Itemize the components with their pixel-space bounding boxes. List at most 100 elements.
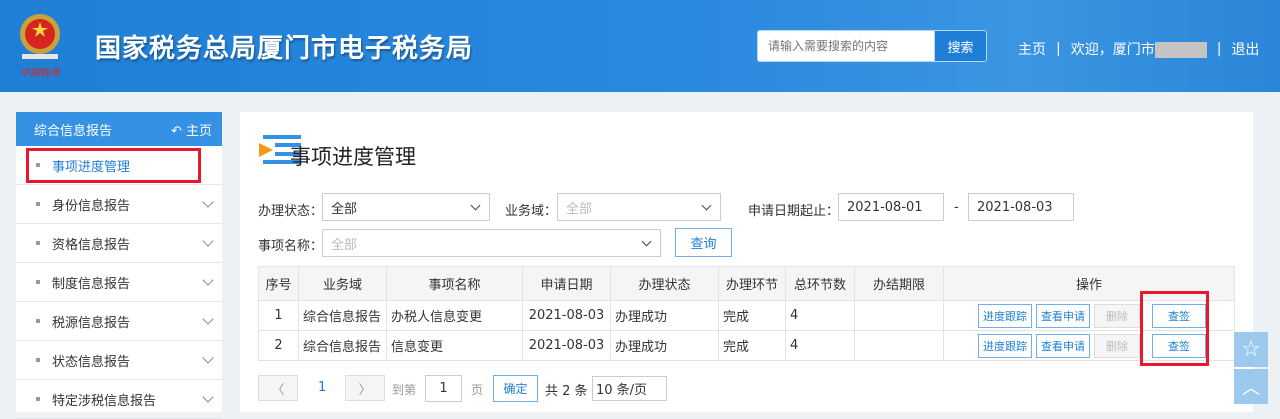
cell: 2021-08-03	[522, 300, 611, 331]
highlight-box	[26, 148, 201, 183]
chevron-down-icon	[641, 236, 652, 247]
chevron-down-icon	[202, 313, 214, 325]
tax-emblem-logo: 中国税务	[20, 14, 61, 79]
sidebar-item-specific[interactable]: 特定涉税信息报告	[16, 380, 222, 419]
chevron-down-icon	[470, 200, 481, 211]
star-icon: ☆	[1241, 337, 1261, 362]
status-label: 办理状态：	[258, 204, 324, 219]
date-label: 申请日期起止：	[748, 204, 840, 219]
col-header: 序号	[258, 266, 299, 301]
bullet-icon	[36, 397, 40, 401]
sidebar-item-status[interactable]: 状态信息报告	[16, 341, 222, 380]
item-name-label: 事项名称：	[258, 239, 324, 254]
domain-label: 业务域：	[505, 204, 558, 219]
view-application-button[interactable]: 查看申请	[1036, 333, 1090, 358]
chevron-up-icon: ︿	[1242, 377, 1260, 399]
table-row: 2 综合信息报告 信息变更 2021-08-03 办理成功 完成 4 进度跟踪 …	[258, 330, 1235, 361]
top-nav: 主页 | 欢迎，厦门市 | 退出	[1018, 39, 1259, 59]
item-name-select[interactable]: 全部	[322, 229, 661, 257]
sidebar-item-qualification[interactable]: 资格信息报告	[16, 224, 222, 263]
bullet-icon	[36, 241, 40, 245]
divider: |	[1056, 41, 1061, 57]
query-button[interactable]: 查询	[675, 228, 732, 257]
domain-select[interactable]: 全部	[557, 193, 721, 221]
logout-link[interactable]: 退出	[1231, 39, 1259, 59]
cell: 办理成功	[610, 330, 719, 361]
page-size-select[interactable]: 10 条/页	[592, 376, 667, 401]
col-header: 总环节数	[785, 266, 855, 301]
cell: 4	[785, 300, 855, 331]
goto-label: 到第	[392, 383, 417, 397]
cell: 完成	[718, 330, 786, 361]
cell: 综合信息报告	[298, 300, 387, 331]
delete-button[interactable]: 删除	[1094, 333, 1140, 358]
home-link[interactable]: 主页	[1018, 39, 1046, 59]
search-input[interactable]	[758, 31, 933, 61]
bullet-icon	[36, 319, 40, 323]
sidebar-header: 综合信息报告 ↶ 主页	[16, 112, 222, 146]
cell	[854, 330, 944, 361]
bullet-icon	[36, 202, 40, 206]
search-box: 搜索	[757, 30, 987, 62]
next-page-button[interactable]: 〉	[345, 375, 385, 401]
goto-page-input[interactable]: 1	[425, 375, 462, 402]
highlight-box	[1140, 291, 1209, 366]
view-application-button[interactable]: 查看申请	[1036, 303, 1090, 328]
table-row: 1 综合信息报告 办税人信息变更 2021-08-03 办理成功 完成 4 进度…	[258, 300, 1235, 331]
redacted-name	[1154, 42, 1207, 58]
page-unit: 页	[471, 383, 484, 397]
track-progress-button[interactable]: 进度跟踪	[978, 303, 1032, 328]
cell: 信息变更	[386, 330, 523, 361]
chevron-down-icon	[701, 200, 712, 211]
favorite-star-button[interactable]: ☆	[1234, 332, 1268, 367]
cell: 1	[258, 300, 299, 331]
table-header-row: 序号 业务域 事项名称 申请日期 办理状态 办理环节 总环节数 办结期限 操作	[258, 266, 1235, 301]
welcome-text: 欢迎，厦门市	[1071, 39, 1207, 59]
cell	[854, 300, 944, 331]
back-arrow-icon: ↶	[170, 123, 186, 139]
prev-page-button[interactable]: 〈	[258, 375, 298, 401]
cell: 办税人信息变更	[386, 300, 523, 331]
bullet-icon	[36, 280, 40, 284]
col-header: 申请日期	[522, 266, 611, 301]
total-count: 共 2 条	[545, 384, 588, 399]
track-progress-button[interactable]: 进度跟踪	[978, 333, 1032, 358]
date-dash: -	[954, 200, 959, 215]
col-header: 办理环节	[718, 266, 786, 301]
sidebar-item-identity[interactable]: 身份信息报告	[16, 185, 222, 224]
delete-button[interactable]: 删除	[1094, 303, 1140, 328]
cell: 2021-08-03	[522, 330, 611, 361]
sidebar-item-tax-source[interactable]: 税源信息报告	[16, 302, 222, 341]
cell: 完成	[718, 300, 786, 331]
chevron-down-icon	[202, 391, 214, 403]
sidebar-home-link[interactable]: ↶ 主页	[171, 120, 212, 139]
col-header: 业务域	[298, 266, 387, 301]
sidebar-item-system[interactable]: 制度信息报告	[16, 263, 222, 302]
svg-text:中国税务: 中国税务	[20, 67, 61, 79]
chevron-down-icon	[202, 274, 214, 286]
date-from-input[interactable]: 2021-08-01	[838, 193, 944, 221]
col-header: 办结期限	[854, 266, 944, 301]
bullet-icon	[36, 358, 40, 362]
sidebar-title: 综合信息报告	[34, 123, 113, 139]
site-title: 国家税务总局厦门市电子税务局	[95, 34, 474, 64]
current-page[interactable]: 1	[318, 380, 326, 395]
goto-confirm-button[interactable]: 确定	[493, 375, 538, 402]
chevron-down-icon	[202, 352, 214, 364]
cell: 办理成功	[610, 300, 719, 331]
cell: 4	[785, 330, 855, 361]
back-to-top-button[interactable]: ︿	[1234, 369, 1268, 404]
page-title: 事项进度管理	[290, 145, 416, 169]
chevron-down-icon	[202, 196, 214, 208]
cell: 综合信息报告	[298, 330, 387, 361]
col-header: 办理状态	[610, 266, 719, 301]
col-header: 事项名称	[386, 266, 523, 301]
status-select[interactable]: 全部	[322, 193, 490, 221]
date-to-input[interactable]: 2021-08-03	[968, 193, 1074, 221]
chevron-down-icon	[202, 235, 214, 247]
cell: 2	[258, 330, 299, 361]
progress-table: 序号 业务域 事项名称 申请日期 办理状态 办理环节 总环节数 办结期限 操作 …	[258, 266, 1235, 361]
divider: |	[1216, 41, 1222, 57]
header: 中国税务 国家税务总局厦门市电子税务局 搜索 主页 | 欢迎，厦门市 | 退出	[0, 0, 1280, 92]
search-button[interactable]: 搜索	[934, 31, 986, 61]
